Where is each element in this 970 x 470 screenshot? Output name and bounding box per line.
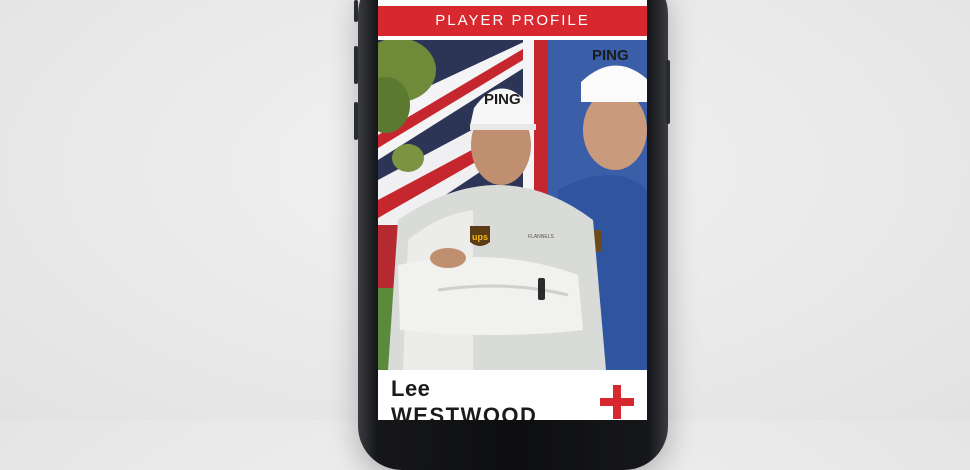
phone-volume-down-button bbox=[354, 102, 358, 140]
page-title-banner: PLAYER PROFILE bbox=[378, 6, 647, 36]
phone-volume-up-button bbox=[354, 46, 358, 84]
phone-screen: PLAYER PROFILE PING PING ups FLANNELS Le… bbox=[378, 0, 647, 420]
plus-icon[interactable] bbox=[600, 385, 634, 419]
cap-logo: PING bbox=[484, 91, 521, 108]
chest-text: FLANNELS bbox=[528, 234, 555, 240]
player-photo: PING PING ups FLANNELS bbox=[378, 40, 647, 370]
page-title: PLAYER PROFILE bbox=[435, 12, 590, 29]
player-last-name: WESTWOOD bbox=[391, 403, 538, 420]
poster-cap-logo: PING bbox=[592, 47, 629, 64]
player-info: Lee WESTWOOD bbox=[378, 370, 647, 420]
player-photo-illustration: PING PING ups FLANNELS bbox=[378, 40, 647, 370]
player-first-name: Lee bbox=[391, 376, 431, 401]
phone-side-button-top bbox=[354, 0, 358, 22]
phone-power-button bbox=[666, 60, 670, 124]
sponsor-badge: ups bbox=[472, 232, 488, 242]
